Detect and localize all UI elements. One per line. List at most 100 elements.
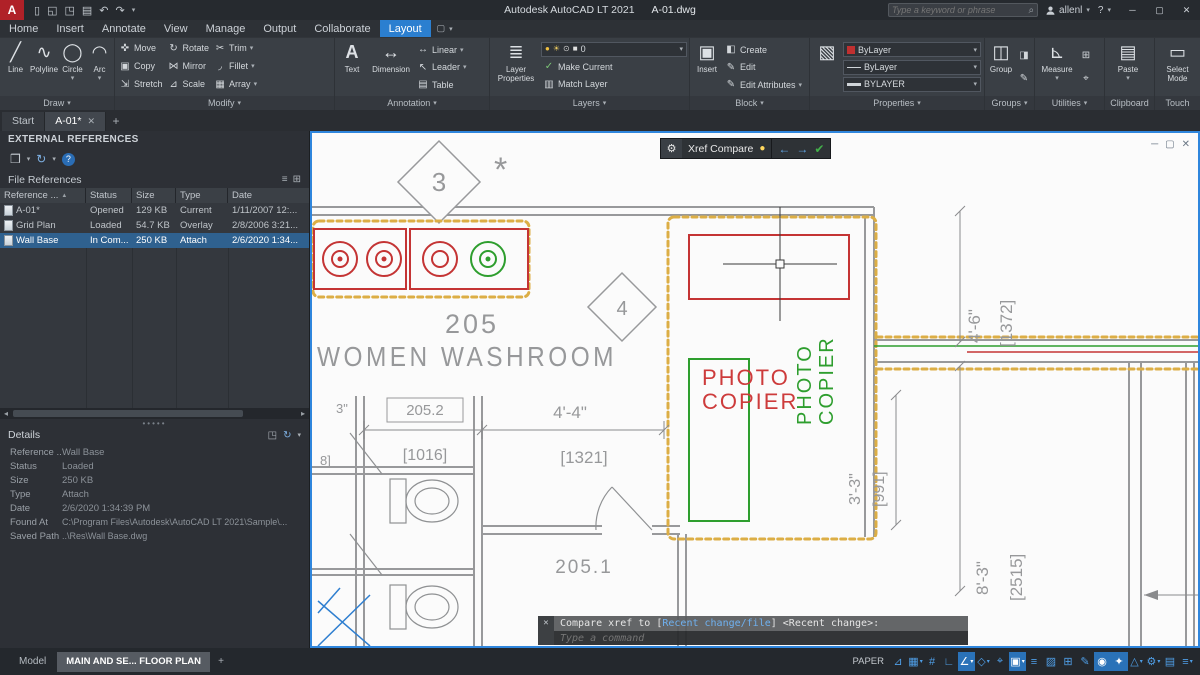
next-change-icon[interactable]: → bbox=[796, 142, 808, 156]
horizontal-scrollbar[interactable]: ◂ ▸ bbox=[0, 408, 309, 419]
trim-button[interactable]: ✂Trim▾ bbox=[212, 40, 259, 56]
ungroup-button[interactable]: ◨ bbox=[1016, 47, 1032, 63]
command-close-icon[interactable]: ✕ bbox=[538, 616, 554, 645]
customization-icon[interactable]: ≡▾ bbox=[1179, 652, 1196, 671]
object-snap-tracking-icon[interactable]: ⌖ bbox=[992, 652, 1009, 671]
tab-home[interactable]: Home bbox=[0, 20, 47, 37]
layout-tab-floor-plan[interactable]: MAIN AND SE... FLOOR PLAN bbox=[57, 652, 210, 672]
help-menu[interactable]: ? ▾ bbox=[1098, 5, 1111, 16]
details-collapse-icon[interactable]: ▾ bbox=[297, 431, 301, 439]
column-type[interactable]: Type bbox=[176, 188, 228, 203]
color-dropdown[interactable]: ByLayer▾ bbox=[843, 42, 981, 57]
details-refresh-icon[interactable]: ↻ bbox=[283, 430, 291, 441]
file-tab-a01[interactable]: A-01*✕ bbox=[45, 112, 106, 131]
measure-button[interactable]: ⊾Measure▾ bbox=[1037, 39, 1077, 95]
tab-output[interactable]: Output bbox=[254, 20, 305, 37]
palette-help-icon[interactable]: ? bbox=[62, 153, 75, 166]
open-file-icon[interactable]: ◱ bbox=[47, 4, 57, 17]
panel-modify-label[interactable]: Modify▾ bbox=[115, 96, 334, 110]
annotation-autoscale-icon[interactable]: ✦ bbox=[1111, 652, 1128, 671]
search-input[interactable] bbox=[892, 5, 1028, 15]
viewport-minimize-icon[interactable]: ─ bbox=[1151, 139, 1158, 150]
group-edit-button[interactable]: ✎ bbox=[1016, 71, 1032, 87]
table-button[interactable]: ▤Table bbox=[415, 77, 469, 93]
text-button[interactable]: AText bbox=[337, 39, 367, 95]
edit-attributes-button[interactable]: ✎Edit Attributes▾ bbox=[723, 77, 804, 93]
close-icon[interactable]: ✕ bbox=[1173, 0, 1200, 20]
new-file-icon[interactable]: ▯ bbox=[34, 4, 40, 17]
quick-properties-icon[interactable]: ▤ bbox=[1162, 652, 1179, 671]
polar-tracking-icon[interactable]: ∠▾ bbox=[958, 652, 975, 671]
highlight-bulb-icon[interactable]: ● bbox=[759, 143, 765, 154]
panel-annotation-label[interactable]: Annotation▾ bbox=[335, 96, 489, 110]
viewport-restore-icon[interactable]: ▢ bbox=[1165, 139, 1174, 150]
lineweight-display-icon[interactable]: ≡ bbox=[1026, 652, 1043, 671]
save-icon[interactable]: ◳ bbox=[64, 4, 74, 17]
lineweight-dropdown[interactable]: BYLAYER▾ bbox=[843, 77, 981, 92]
mirror-button[interactable]: ⋈Mirror bbox=[166, 58, 212, 74]
dimension-button[interactable]: ↔Dimension bbox=[368, 39, 414, 95]
plot-icon[interactable]: ▤ bbox=[82, 4, 92, 17]
attach-caret-icon[interactable]: ▾ bbox=[27, 155, 31, 163]
rotate-button[interactable]: ↻Rotate bbox=[166, 40, 212, 56]
refresh-caret-icon[interactable]: ▾ bbox=[52, 155, 56, 163]
paper-space-indicator[interactable]: PAPER bbox=[852, 656, 884, 667]
viewport-close-icon[interactable]: ✕ bbox=[1182, 139, 1190, 150]
redo-icon[interactable]: ↷ bbox=[116, 4, 125, 17]
insert-block-button[interactable]: ▣Insert bbox=[692, 39, 722, 95]
command-input[interactable] bbox=[560, 633, 968, 644]
infer-constraints-icon[interactable]: ⊿ bbox=[890, 652, 907, 671]
workspace-switching-icon[interactable]: ⚙▾ bbox=[1145, 652, 1162, 671]
panel-groups-label[interactable]: Groups▾ bbox=[985, 96, 1034, 110]
match-properties-button[interactable]: ▧ bbox=[812, 39, 842, 95]
finish-compare-icon[interactable]: ✔ bbox=[814, 142, 824, 156]
ortho-mode-icon[interactable]: ∟ bbox=[941, 652, 958, 671]
command-options[interactable]: Recent change/file bbox=[662, 618, 770, 629]
tree-view-icon[interactable]: ⊞ bbox=[293, 174, 301, 185]
palette-splitter[interactable]: ••••• bbox=[0, 419, 309, 427]
tab-view[interactable]: View bbox=[155, 20, 197, 37]
line-button[interactable]: ╱Line bbox=[2, 39, 29, 95]
scroll-left-icon[interactable]: ◂ bbox=[0, 409, 12, 418]
file-tab-start[interactable]: Start bbox=[2, 112, 45, 131]
grid-display-icon[interactable]: # bbox=[924, 652, 941, 671]
tab-manage[interactable]: Manage bbox=[197, 20, 255, 37]
column-date[interactable]: Date bbox=[228, 188, 308, 203]
scale-button[interactable]: ⊿Scale bbox=[166, 76, 212, 92]
restore-icon[interactable]: ▢ bbox=[1146, 0, 1173, 20]
transparency-icon[interactable]: ▨ bbox=[1043, 652, 1060, 671]
group-button[interactable]: ◫Group bbox=[987, 39, 1015, 95]
signin-user[interactable]: allenl ▾ bbox=[1046, 5, 1090, 16]
column-status[interactable]: Status bbox=[86, 188, 132, 203]
annotation-scale-icon[interactable]: △▾ bbox=[1128, 652, 1145, 671]
drawing-viewport[interactable]: 3 * 4 205 WOMEN WASHROOM 205.2 [1016] 4'… bbox=[310, 131, 1200, 648]
xref-compare-settings-button[interactable]: ⚙ bbox=[661, 139, 682, 158]
details-save-icon[interactable]: ◳ bbox=[268, 430, 277, 441]
ribbon-display-toggle[interactable]: ▢ ▾ bbox=[437, 20, 453, 37]
scrollbar-thumb[interactable] bbox=[13, 410, 243, 417]
new-layout-button[interactable]: + bbox=[212, 656, 230, 667]
linetype-dropdown[interactable]: ByLayer▾ bbox=[843, 60, 981, 75]
xref-row-grid-plan[interactable]: Grid Plan Loaded 54.7 KB Overlay 2/8/200… bbox=[0, 218, 309, 233]
array-button[interactable]: ▦Array▾ bbox=[212, 76, 259, 92]
app-menu-button[interactable]: A bbox=[0, 0, 24, 20]
tab-layout[interactable]: Layout bbox=[380, 20, 431, 37]
qat-menu-caret-icon[interactable]: ▾ bbox=[132, 6, 136, 14]
scroll-right-icon[interactable]: ▸ bbox=[297, 409, 309, 418]
dynamic-input-icon[interactable]: ✎ bbox=[1077, 652, 1094, 671]
layer-properties-button[interactable]: ≣Layer Properties bbox=[492, 39, 540, 95]
polyline-button[interactable]: ∿Polyline bbox=[30, 39, 58, 95]
model-tab[interactable]: Model bbox=[10, 652, 55, 672]
list-view-icon[interactable]: ≡ bbox=[282, 174, 288, 185]
leader-button[interactable]: ↖Leader▾ bbox=[415, 59, 469, 75]
create-block-button[interactable]: ◧Create bbox=[723, 42, 804, 58]
panel-properties-label[interactable]: Properties▾ bbox=[810, 96, 984, 110]
layer-dropdown[interactable]: ● ☀ ⊙ ■ 0 ▾ bbox=[541, 42, 687, 57]
quick-calc-button[interactable]: ⊞ bbox=[1078, 47, 1094, 63]
refresh-icon[interactable]: ↻ bbox=[36, 152, 46, 166]
stretch-button[interactable]: ⇲Stretch bbox=[117, 76, 165, 92]
select-mode-button[interactable]: ▭Select Mode bbox=[1157, 39, 1198, 95]
copy-button[interactable]: ▣Copy bbox=[117, 58, 165, 74]
search-icon[interactable]: ⌕ bbox=[1028, 5, 1034, 16]
panel-utilities-label[interactable]: Utilities▾ bbox=[1035, 96, 1104, 110]
